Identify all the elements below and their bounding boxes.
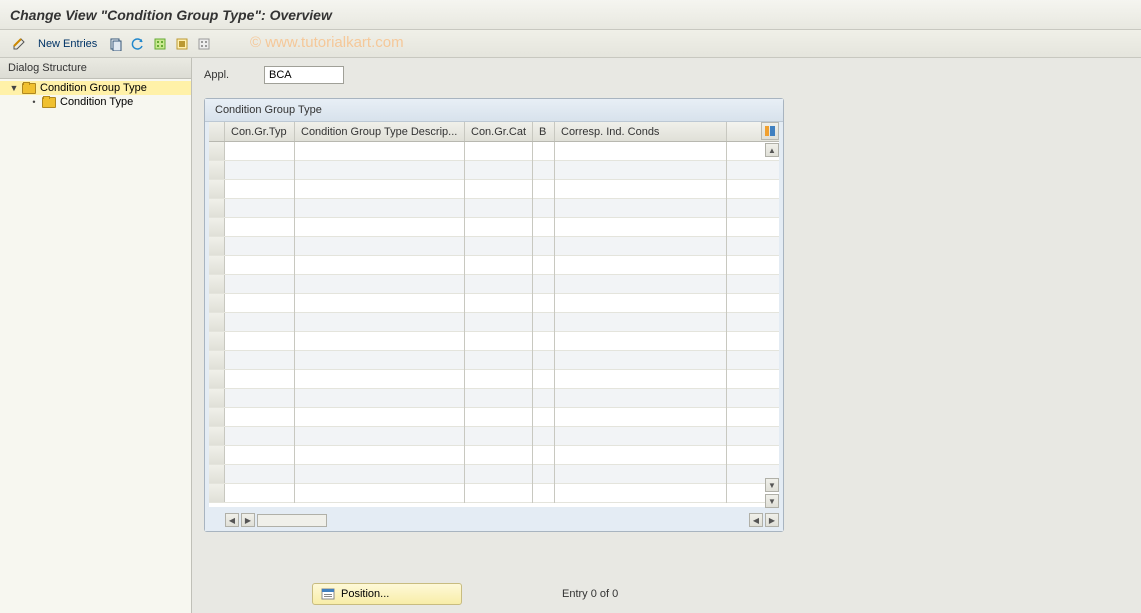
col-description[interactable]: Condition Group Type Descrip... <box>295 122 465 141</box>
tree-item-label: Condition Group Type <box>40 82 147 94</box>
row-handle[interactable] <box>209 427 225 445</box>
row-handle[interactable] <box>209 332 225 350</box>
page-title: Change View "Condition Group Type": Over… <box>10 7 332 23</box>
title-bar: Change View "Condition Group Type": Over… <box>0 0 1141 30</box>
table-row[interactable] <box>209 142 779 161</box>
select-all-icon[interactable] <box>151 35 169 53</box>
table-row[interactable] <box>209 427 779 446</box>
position-button[interactable]: Position... <box>312 583 462 605</box>
row-handle[interactable] <box>209 313 225 331</box>
col-con-gr-typ[interactable]: Con.Gr.Typ <box>225 122 295 141</box>
table-row[interactable] <box>209 199 779 218</box>
row-handle[interactable] <box>209 161 225 179</box>
copy-as-icon[interactable] <box>107 35 125 53</box>
horizontal-scrollbar: ◀ ▶ ◀ ▶ <box>205 511 783 531</box>
row-handle[interactable] <box>209 180 225 198</box>
row-handle[interactable] <box>209 199 225 217</box>
position-icon <box>321 587 335 601</box>
row-handle[interactable] <box>209 370 225 388</box>
table-row[interactable] <box>209 237 779 256</box>
toolbar: New Entries © www.tutorialkart.com <box>0 30 1141 58</box>
content-area: Appl. Condition Group Type Con.Gr.Typ Co… <box>192 58 1141 613</box>
folder-open-icon <box>22 83 36 94</box>
table-wrap: Con.Gr.Typ Condition Group Type Descrip.… <box>209 122 779 507</box>
table-row[interactable] <box>209 370 779 389</box>
col-corresp-ind-conds[interactable]: Corresp. Ind. Conds <box>555 122 727 141</box>
panel-title: Condition Group Type <box>205 99 783 122</box>
table-row[interactable] <box>209 351 779 370</box>
row-handle[interactable] <box>209 408 225 426</box>
scroll-down-2-icon[interactable]: ▼ <box>765 494 779 508</box>
row-handle[interactable] <box>209 484 225 502</box>
table-header: Con.Gr.Typ Condition Group Type Descrip.… <box>209 122 779 142</box>
sidebar: Dialog Structure ▼ Condition Group Type … <box>0 58 192 613</box>
position-label: Position... <box>341 588 389 600</box>
hscroll-track-left[interactable] <box>257 514 327 527</box>
table-row[interactable] <box>209 446 779 465</box>
row-handle[interactable] <box>209 465 225 483</box>
new-entries-button[interactable]: New Entries <box>38 38 97 50</box>
row-handle[interactable] <box>209 256 225 274</box>
deselect-all-icon[interactable] <box>195 35 213 53</box>
row-handle[interactable] <box>209 389 225 407</box>
row-selector-header[interactable] <box>209 122 225 141</box>
scroll-right-icon[interactable]: ▶ <box>241 513 255 527</box>
scroll-down-icon[interactable]: ▼ <box>765 478 779 492</box>
select-block-icon[interactable] <box>173 35 191 53</box>
watermark-text: © www.tutorialkart.com <box>250 34 404 51</box>
main-area: Dialog Structure ▼ Condition Group Type … <box>0 58 1141 613</box>
row-handle[interactable] <box>209 142 225 160</box>
appl-input[interactable] <box>264 66 344 84</box>
table-row[interactable] <box>209 465 779 484</box>
entry-count-text: Entry 0 of 0 <box>562 588 618 600</box>
scroll-left-2-icon[interactable]: ◀ <box>749 513 763 527</box>
collapse-icon[interactable]: ▼ <box>8 82 20 94</box>
tree-item-condition-type[interactable]: • Condition Type <box>0 95 191 109</box>
appl-label: Appl. <box>204 69 264 81</box>
table-row[interactable] <box>209 161 779 180</box>
table-row[interactable] <box>209 313 779 332</box>
col-b[interactable]: B <box>533 122 555 141</box>
table-row[interactable] <box>209 180 779 199</box>
row-handle[interactable] <box>209 237 225 255</box>
sidebar-header: Dialog Structure <box>0 58 191 79</box>
footer-bar: Position... Entry 0 of 0 <box>192 583 1141 605</box>
table-row[interactable] <box>209 389 779 408</box>
appl-field-row: Appl. <box>204 66 1129 84</box>
table-row[interactable] <box>209 332 779 351</box>
row-handle[interactable] <box>209 294 225 312</box>
col-con-gr-cat[interactable]: Con.Gr.Cat <box>465 122 533 141</box>
tree-item-condition-group-type[interactable]: ▼ Condition Group Type <box>0 81 191 95</box>
toggle-edit-icon[interactable] <box>10 35 28 53</box>
bullet-icon: • <box>28 96 40 108</box>
scroll-left-icon[interactable]: ◀ <box>225 513 239 527</box>
table-body <box>209 142 779 507</box>
scroll-right-2-icon[interactable]: ▶ <box>765 513 779 527</box>
row-handle[interactable] <box>209 275 225 293</box>
table-row[interactable] <box>209 218 779 237</box>
row-handle[interactable] <box>209 218 225 236</box>
table-row[interactable] <box>209 275 779 294</box>
table-row[interactable] <box>209 484 779 503</box>
table-row[interactable] <box>209 294 779 313</box>
row-handle[interactable] <box>209 446 225 464</box>
table-row[interactable] <box>209 256 779 275</box>
dialog-structure-tree: ▼ Condition Group Type • Condition Type <box>0 79 191 111</box>
table-row[interactable] <box>209 408 779 427</box>
vertical-scrollbar[interactable]: ▲ ▼ ▼ <box>765 143 779 508</box>
row-handle[interactable] <box>209 351 225 369</box>
tree-item-label: Condition Type <box>60 96 133 108</box>
scroll-up-icon[interactable]: ▲ <box>765 143 779 157</box>
table-settings-icon[interactable] <box>761 122 779 140</box>
undo-icon[interactable] <box>129 35 147 53</box>
folder-icon <box>42 97 56 108</box>
condition-group-type-panel: Condition Group Type Con.Gr.Typ Conditio… <box>204 98 784 532</box>
